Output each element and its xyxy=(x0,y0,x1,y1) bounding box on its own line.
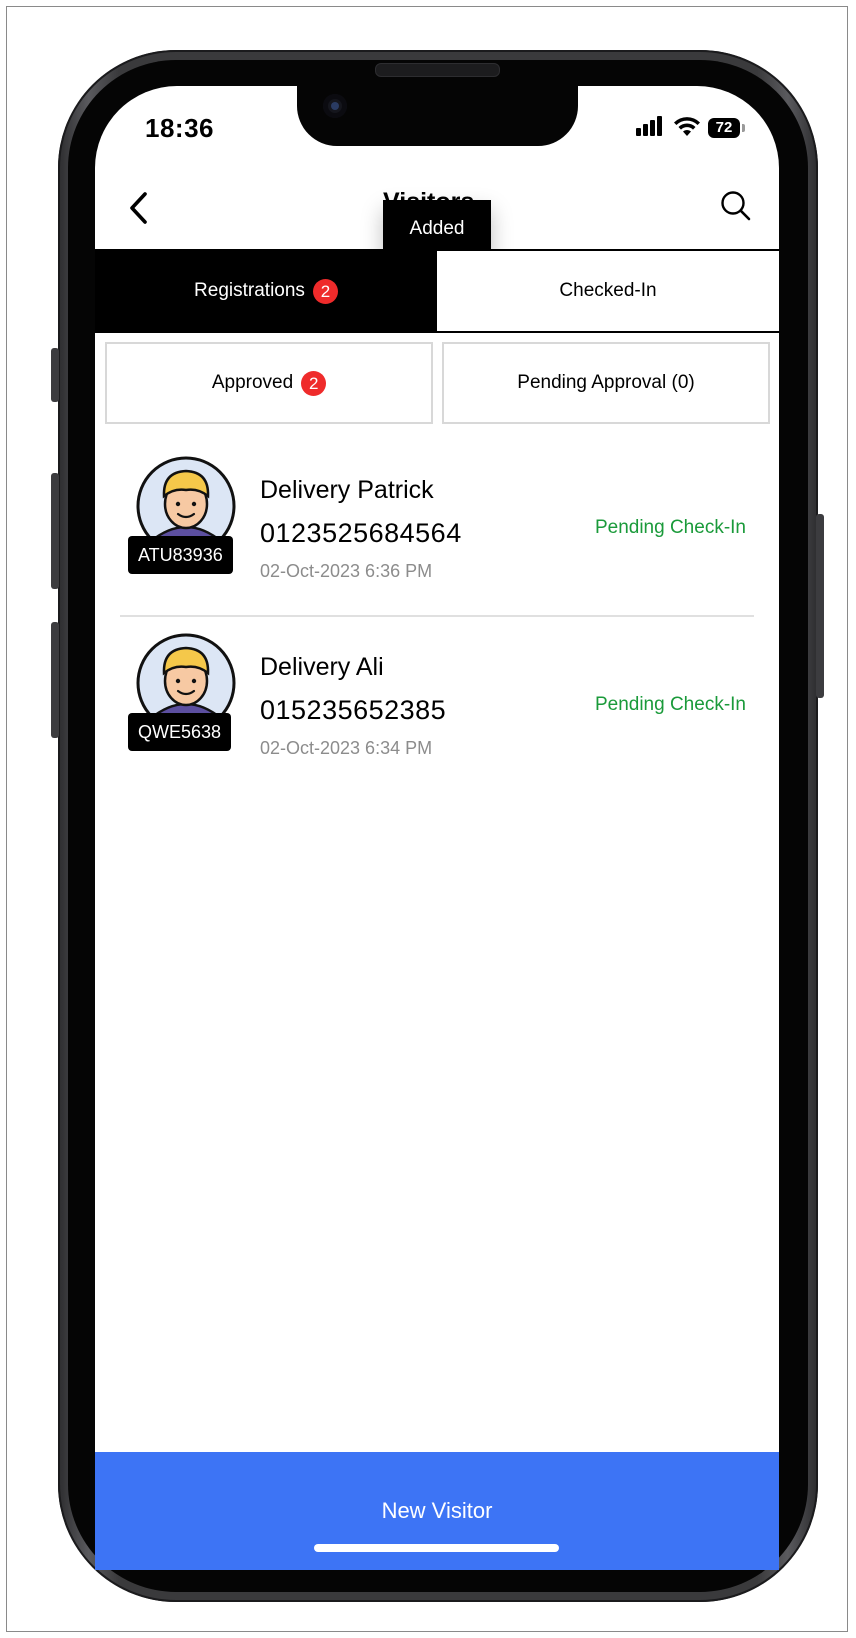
visitor-id-badge: QWE5638 xyxy=(128,713,232,751)
status-time: 18:36 xyxy=(145,113,214,143)
back-button[interactable] xyxy=(125,190,155,226)
chevron-left-icon xyxy=(130,192,147,224)
approved-count-badge: 2 xyxy=(301,370,327,396)
battery-icon: 72 xyxy=(708,118,740,138)
visitor-status: Pending Check-In xyxy=(594,694,746,715)
visitor-status: Pending Check-In xyxy=(594,517,746,538)
filter-approved[interactable]: Approved 2 xyxy=(105,342,433,424)
filter-label: Approved xyxy=(211,372,294,393)
volume-up-button xyxy=(51,473,59,589)
new-visitor-label: New Visitor xyxy=(381,1498,493,1523)
search-icon xyxy=(721,191,751,221)
row-divider xyxy=(120,615,754,617)
visitor-row[interactable]: ATU83936 Delivery Patrick 0123525684564 … xyxy=(118,456,758,606)
filter-pending-approval[interactable]: Pending Approval (0) xyxy=(442,342,770,424)
main-tabs: Registrations 2 Checked-In xyxy=(95,249,779,333)
visitor-id-badge: ATU83936 xyxy=(128,536,233,574)
new-visitor-button[interactable]: New Visitor xyxy=(95,1452,779,1570)
battery-cap xyxy=(742,124,745,132)
tab-label: Registrations xyxy=(194,280,305,301)
registrations-count-badge: 2 xyxy=(312,278,338,304)
tab-label: Checked-In xyxy=(559,280,657,301)
visitor-datetime: 02-Oct-2023 6:36 PM xyxy=(260,561,433,581)
volume-down-button xyxy=(51,622,59,738)
speaker-grill xyxy=(375,63,500,77)
visitor-datetime: 02-Oct-2023 6:34 PM xyxy=(260,738,433,758)
visitor-phone: 0123525684564 xyxy=(260,518,462,548)
filter-label: Pending Approval (0) xyxy=(517,372,695,393)
wifi-icon xyxy=(674,117,700,136)
visitor-phone: 015235652385 xyxy=(260,695,447,725)
power-button xyxy=(816,514,824,698)
visitor-name: Delivery Ali xyxy=(260,653,384,681)
home-indicator[interactable] xyxy=(314,1544,559,1552)
tab-registrations[interactable]: Registrations 2 xyxy=(95,251,437,331)
visitor-row[interactable]: QWE5638 Delivery Ali 015235652385 02-Oct… xyxy=(118,633,758,783)
tab-checked-in[interactable]: Checked-In xyxy=(437,251,779,331)
mute-switch xyxy=(51,348,59,402)
search-button[interactable] xyxy=(718,188,754,224)
visitor-name: Delivery Patrick xyxy=(260,476,434,504)
front-camera xyxy=(323,94,347,118)
